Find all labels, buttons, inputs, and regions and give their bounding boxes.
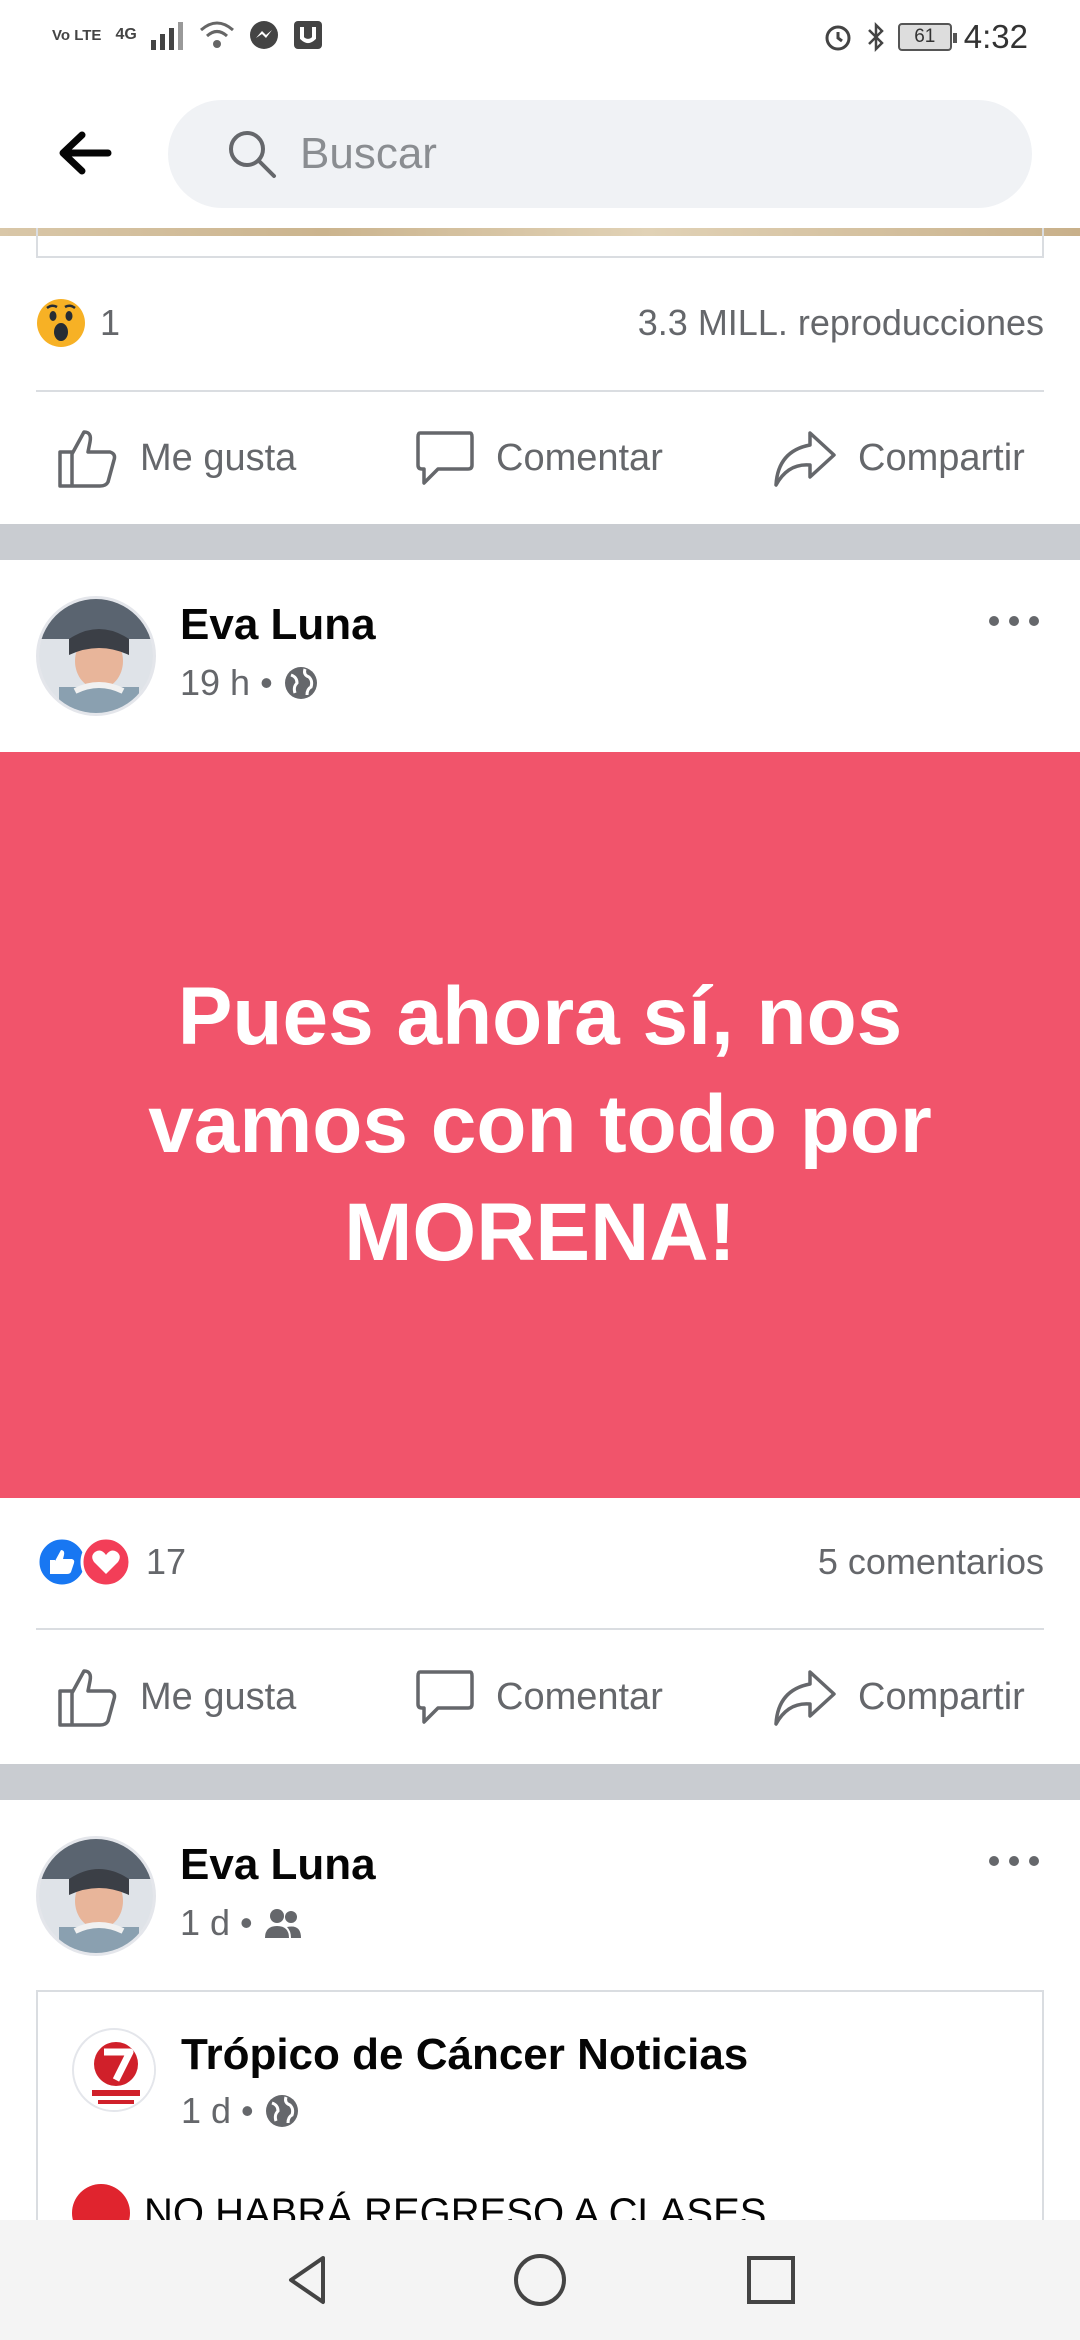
system-nav-bar — [0, 2220, 1080, 2340]
share-label: Compartir — [858, 1675, 1025, 1718]
like-label: Me gusta — [140, 436, 297, 479]
search-bar[interactable] — [168, 100, 1032, 208]
nav-home-icon[interactable] — [510, 2250, 570, 2310]
post2-actions: Me gusta Comentar Compartir — [0, 1637, 1080, 1757]
share-label: Compartir — [858, 436, 1025, 479]
alarm-icon — [825, 25, 851, 51]
previous-media-frame — [36, 228, 1044, 258]
share-icon — [774, 431, 836, 487]
back-arrow-icon[interactable] — [54, 128, 114, 178]
status-left: Vo LTE 4G — [52, 20, 323, 50]
status-right: 61 4:32 — [822, 18, 1028, 56]
comment-label: Comentar — [496, 1675, 663, 1718]
post2-comments-count[interactable]: 5 comentarios — [818, 1541, 1044, 1583]
meta-separator: • — [241, 2090, 254, 2131]
shared-page-name[interactable]: Trópico de Cáncer Noticias — [181, 2030, 748, 2080]
post-meta: 1 d • — [180, 1902, 303, 1944]
shared-post[interactable]: Trópico de Cáncer Noticias 1 d • NO HABR… — [36, 1990, 1044, 2250]
messenger-icon — [249, 21, 278, 49]
battery-level: 61 — [914, 26, 936, 47]
post-time[interactable]: 19 h — [180, 662, 250, 704]
profile-photo-icon — [39, 1839, 153, 1953]
like-label: Me gusta — [140, 1675, 297, 1718]
search-header — [0, 78, 1080, 228]
avatar[interactable] — [36, 1836, 156, 1956]
globe-icon — [265, 2095, 298, 2127]
post2-reaction-count: 17 — [146, 1541, 187, 1582]
search-icon — [229, 131, 276, 178]
bluetooth-icon — [867, 21, 884, 53]
post1-reactions-row: 1 3.3 MILL. reproducciones — [36, 283, 1044, 363]
meta-separator: • — [260, 662, 273, 703]
wow-reaction-icon — [37, 299, 85, 347]
friends-icon — [264, 1909, 301, 1938]
post2-share-button[interactable]: Compartir — [772, 1666, 1025, 1728]
feed-separator — [0, 524, 1080, 560]
author-name[interactable]: Eva Luna — [180, 600, 376, 650]
thumbs-up-icon — [58, 1669, 117, 1727]
post2-comment-button[interactable]: Comentar — [414, 1666, 663, 1728]
battery-icon: 61 — [897, 23, 957, 51]
post1-like-button[interactable]: Me gusta — [56, 426, 296, 490]
post1-share-button[interactable]: Compartir — [772, 427, 1025, 489]
page-avatar[interactable] — [72, 2028, 156, 2112]
share-icon — [774, 1670, 836, 1726]
post1-divider — [36, 390, 1044, 392]
post2-like-button[interactable]: Me gusta — [56, 1665, 296, 1729]
volte-indicator: Vo LTE — [52, 26, 102, 44]
network-type: 4G — [115, 26, 137, 43]
comment-icon — [416, 431, 474, 485]
globe-icon — [284, 667, 317, 699]
more-options-icon[interactable] — [984, 1846, 1044, 1876]
shared-post-time[interactable]: 1 d — [181, 2090, 231, 2132]
post3-header: Eva Luna 1 d • — [36, 1836, 1044, 1966]
banner-text: Pues ahora sí, nos vamos con todo por MO… — [148, 971, 932, 1278]
wifi-icon — [199, 21, 234, 48]
search-input[interactable] — [300, 129, 900, 179]
reaction-icons — [36, 1536, 132, 1588]
comment-icon — [416, 1670, 474, 1724]
profile-photo-icon — [39, 599, 153, 713]
meta-separator: • — [240, 1902, 253, 1943]
author-name[interactable]: Eva Luna — [180, 1840, 376, 1890]
post1-reactions[interactable]: 1 — [36, 298, 120, 348]
post1-views: 3.3 MILL. reproducciones — [637, 302, 1044, 343]
clock: 4:32 — [963, 18, 1028, 55]
post1-actions: Me gusta Comentar Compartir — [0, 398, 1080, 518]
post-time[interactable]: 1 d — [180, 1902, 230, 1944]
thumbs-up-icon — [58, 430, 117, 488]
page-logo-icon — [76, 2032, 154, 2110]
post2-reactions-row: 17 5 comentarios — [36, 1522, 1044, 1602]
post-meta: 19 h • — [180, 662, 319, 704]
post1-reaction-count: 1 — [100, 302, 121, 343]
more-options-icon[interactable] — [984, 606, 1044, 636]
signal-icon — [150, 22, 183, 50]
nav-recents-icon[interactable] — [741, 2250, 801, 2310]
post2-text-banner[interactable]: Pues ahora sí, nos vamos con todo por MO… — [0, 752, 1080, 1498]
app-u-icon — [293, 21, 322, 49]
comment-label: Comentar — [496, 436, 663, 479]
avatar[interactable] — [36, 596, 156, 716]
feed-separator — [0, 1764, 1080, 1800]
post1-comment-button[interactable]: Comentar — [414, 427, 663, 489]
post2-reactions[interactable]: 17 — [36, 1536, 186, 1588]
shared-post-meta: 1 d • — [181, 2090, 300, 2132]
post2-header: Eva Luna 19 h • — [36, 596, 1044, 726]
post2-divider — [36, 1628, 1044, 1630]
nav-back-icon[interactable] — [279, 2250, 339, 2310]
status-bar: Vo LTE 4G 61 4:32 — [0, 0, 1080, 78]
love-reaction-icon — [80, 1536, 132, 1588]
